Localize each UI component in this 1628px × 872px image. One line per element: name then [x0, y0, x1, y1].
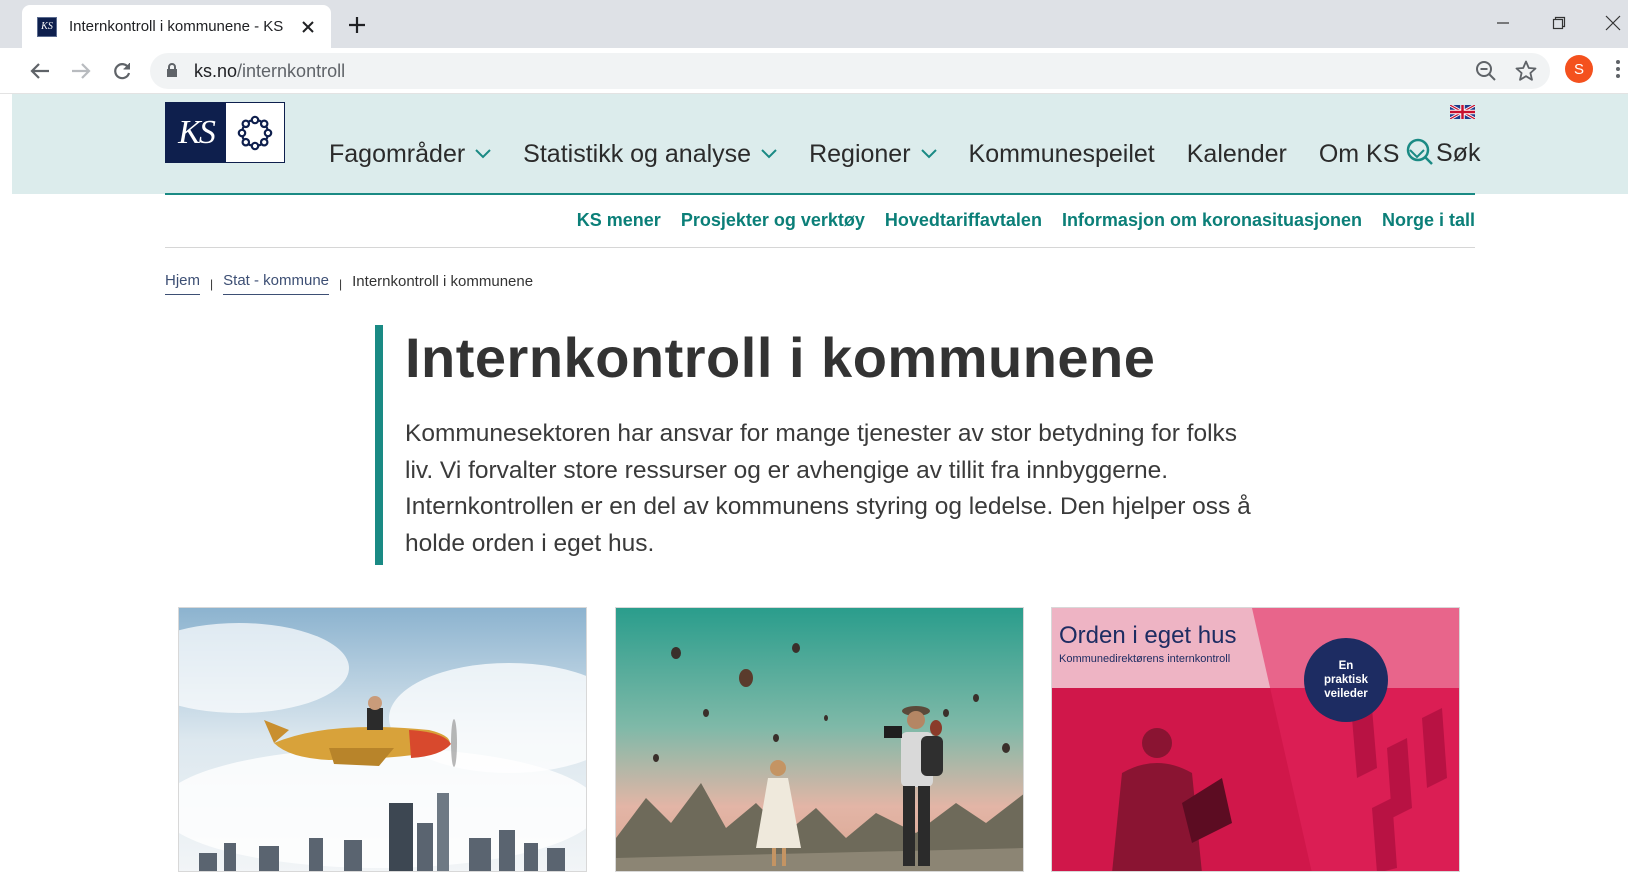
- new-tab-plus-icon[interactable]: [345, 13, 369, 37]
- zoom-out-icon[interactable]: [1475, 60, 1497, 82]
- subnav-ks-mener[interactable]: KS mener: [577, 210, 661, 231]
- browser-menu-icon[interactable]: [1612, 57, 1624, 81]
- nav-item-statistikk[interactable]: Statistikk og analyse: [523, 140, 777, 169]
- ks-logo[interactable]: KS: [165, 102, 285, 163]
- balloons-photo: [616, 608, 1023, 871]
- subnav-divider: [165, 247, 1475, 248]
- header-divider: [165, 193, 1475, 195]
- cover-title: Orden i eget hus: [1059, 622, 1237, 649]
- close-window-icon[interactable]: [1600, 10, 1626, 36]
- ks-favicon-icon: KS: [37, 16, 57, 37]
- breadcrumb-separator: |: [339, 276, 343, 291]
- lead-line: holde orden i eget hus.: [405, 530, 655, 558]
- lead-line: liv. Vi forvalter store ressurser og er …: [405, 456, 1169, 484]
- breadcrumb-current: Internkontroll i kommunene: [352, 272, 534, 290]
- search-button[interactable]: Søk: [1406, 138, 1480, 168]
- browser-tabbar: KS Internkontroll i kommunene - KS: [0, 0, 1628, 48]
- restore-window-icon[interactable]: [1546, 10, 1572, 36]
- cover-badge: En praktisk veileder: [1304, 638, 1388, 722]
- card-balloons[interactable]: [615, 607, 1024, 872]
- hero-accent-bar: [375, 325, 383, 565]
- tab-title: Internkontroll i kommunene - KS: [69, 18, 284, 35]
- nav-item-kommunespeilet[interactable]: Kommunespeilet: [969, 140, 1155, 169]
- search-label: Søk: [1436, 138, 1481, 167]
- back-arrow-icon[interactable]: [25, 56, 55, 86]
- main-navigation: Fagområder Statistikk og analyse Regione…: [329, 136, 1457, 172]
- breadcrumb-stat-kommune[interactable]: Stat - kommune: [223, 272, 330, 295]
- bookmark-star-icon[interactable]: [1514, 59, 1538, 83]
- chevron-down-icon: [761, 149, 777, 159]
- secondary-navigation: KS mener Prosjekter og verktøy Hovedtari…: [577, 210, 1475, 231]
- logo-text: KS: [166, 103, 226, 162]
- subnav-korona[interactable]: Informasjon om koronasituasjonen: [1062, 210, 1362, 231]
- nav-item-fagomrader[interactable]: Fagområder: [329, 140, 491, 169]
- chevron-down-icon: [920, 149, 937, 159]
- lead-line: Internkontrollen er en del av kommunens …: [405, 493, 1251, 521]
- airplane-illustration: [179, 608, 586, 871]
- close-tab-icon[interactable]: [299, 18, 317, 36]
- breadcrumb-hjem[interactable]: Hjem: [165, 272, 201, 295]
- subnav-norge-i-tall[interactable]: Norge i tall: [1382, 210, 1475, 231]
- card-airplane[interactable]: [178, 607, 587, 872]
- nav-item-kalender[interactable]: Kalender: [1187, 140, 1287, 169]
- address-bar[interactable]: ks.no/internkontroll: [150, 53, 1550, 89]
- reload-icon[interactable]: [107, 56, 137, 86]
- subnav-prosjekter[interactable]: Prosjekter og verktøy: [681, 210, 865, 231]
- search-icon: [1406, 138, 1433, 165]
- english-flag-icon[interactable]: [1449, 103, 1476, 121]
- chevron-down-icon: [475, 149, 491, 159]
- breadcrumb-separator: |: [210, 276, 214, 291]
- url-text: ks.no/internkontroll: [194, 61, 346, 81]
- subnav-hovedtariffavtalen[interactable]: Hovedtariffavtalen: [885, 210, 1042, 231]
- minimize-window-icon[interactable]: [1490, 10, 1516, 36]
- browser-tab[interactable]: KS Internkontroll i kommunene - KS: [22, 5, 331, 48]
- page-title: Internkontroll i kommunene: [405, 326, 1156, 389]
- nav-item-regioner[interactable]: Regioner: [809, 140, 937, 169]
- hero-lead: Kommunesektoren har ansvar for mange tje…: [405, 416, 1285, 563]
- cover-subtitle: Kommunedirektørens internkontroll: [1059, 653, 1231, 665]
- lock-icon: [166, 63, 178, 83]
- card-orden-i-eget-hus[interactable]: Orden i eget hus Kommunedirektørens inte…: [1051, 607, 1460, 872]
- lead-line: Kommunesektoren har ansvar for mange tje…: [405, 420, 1238, 447]
- forward-arrow-icon[interactable]: [66, 56, 96, 86]
- chain-ring-icon: [226, 103, 284, 162]
- browser-toolbar: ks.no/internkontroll: [0, 48, 1628, 94]
- profile-avatar[interactable]: S: [1565, 55, 1593, 83]
- breadcrumb: Hjem | Stat - kommune | Internkontroll i…: [165, 272, 533, 295]
